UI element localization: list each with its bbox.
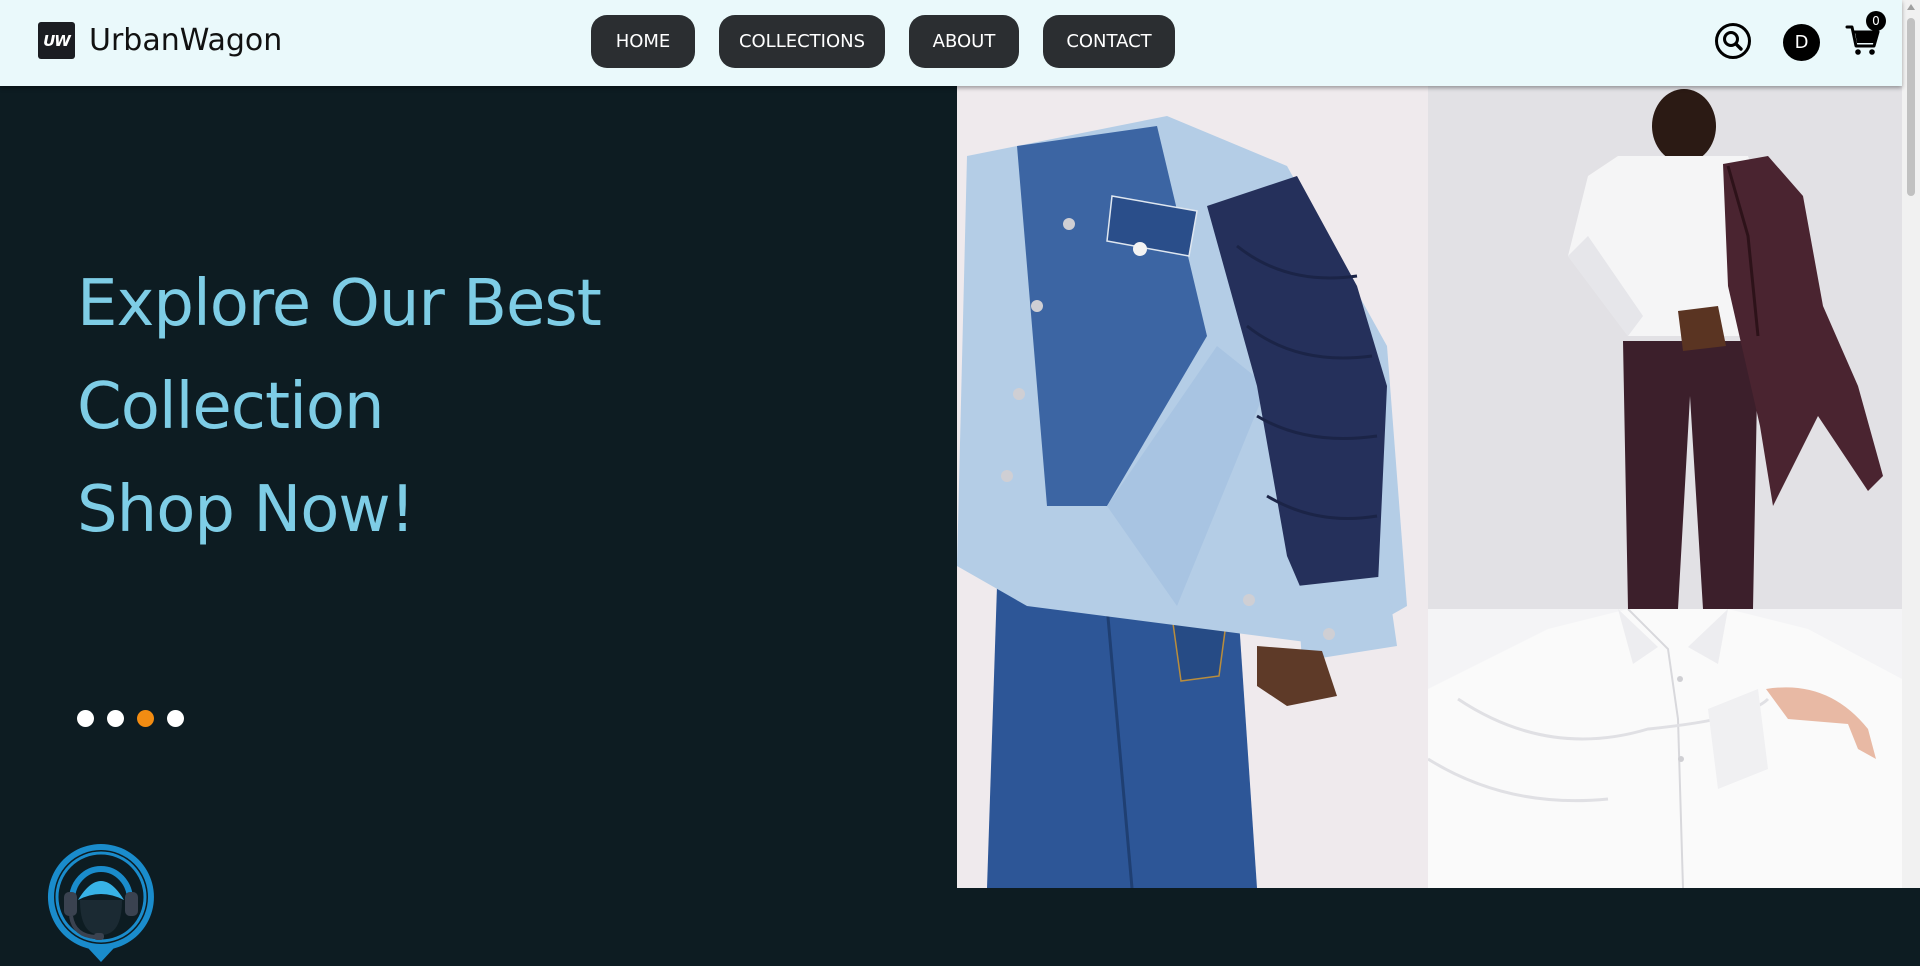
search-icon[interactable] — [1714, 22, 1752, 60]
burgundy-suit-photo[interactable] — [1428, 86, 1902, 609]
hero-banner: Explore Our Best Collection Shop Now! — [0, 86, 957, 962]
scroll-up-arrow-icon[interactable] — [1907, 4, 1915, 10]
cart-count-badge: 0 — [1866, 11, 1886, 31]
denim-jacket-photo[interactable] — [957, 86, 1428, 888]
white-shirt-photo[interactable] — [1428, 609, 1902, 888]
carousel-dot-3[interactable] — [137, 710, 154, 727]
nav-home-button[interactable]: HOME — [591, 15, 695, 68]
scrollbar-thumb[interactable] — [1907, 18, 1915, 196]
brand-name[interactable]: UrbanWagon — [89, 23, 282, 58]
page-scrollbar[interactable] — [1902, 0, 1920, 888]
hero-headline-line-2: Collection — [77, 370, 385, 444]
logo-text: UW — [43, 31, 71, 50]
nav-collections-button[interactable]: COLLECTIONS — [719, 15, 885, 68]
site-header: UW UrbanWagon HOME COLLECTIONS ABOUT CON… — [0, 0, 1902, 86]
logo[interactable]: UW — [38, 22, 75, 59]
hero-headline-line-1: Explore Our Best — [77, 267, 602, 341]
headset-support-icon[interactable] — [44, 840, 158, 966]
brand[interactable]: UW UrbanWagon — [38, 22, 282, 59]
carousel-dot-4[interactable] — [167, 710, 184, 727]
user-avatar[interactable]: D — [1783, 24, 1820, 61]
carousel-dot-1[interactable] — [77, 710, 94, 727]
nav-about-button[interactable]: ABOUT — [909, 15, 1019, 68]
carousel-dot-2[interactable] — [107, 710, 124, 727]
nav-contact-button[interactable]: CONTACT — [1043, 15, 1175, 68]
carousel-indicators — [77, 710, 184, 727]
hero-headline-line-3[interactable]: Shop Now! — [77, 478, 415, 542]
